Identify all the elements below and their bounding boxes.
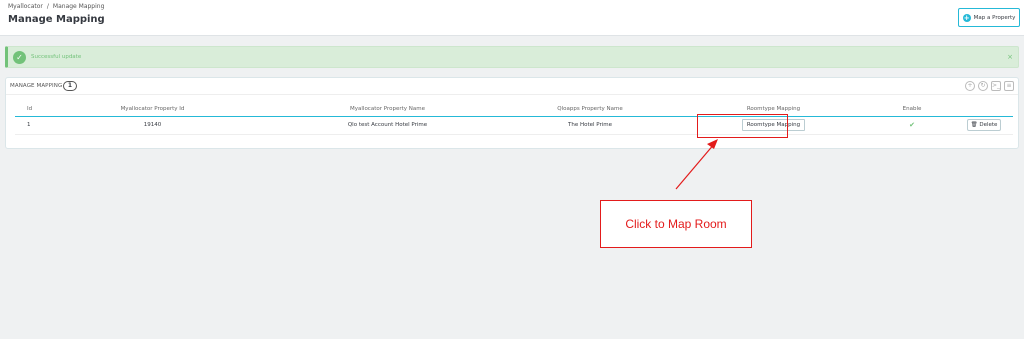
trash-icon: 🗑 bbox=[970, 122, 978, 128]
alert-message: Successful update bbox=[31, 54, 82, 60]
map-a-property-button[interactable]: + Map a Property bbox=[958, 8, 1020, 27]
refresh-icon[interactable]: ↻ bbox=[978, 81, 988, 91]
manage-mapping-panel: MANAGE MAPPING 1 + ↻ >_ ≡ Id Myallocator… bbox=[5, 77, 1019, 149]
panel-toolbar: + ↻ >_ ≡ bbox=[965, 81, 1014, 91]
delete-button[interactable]: 🗑 Delete bbox=[966, 119, 1002, 131]
column-header-actions bbox=[937, 102, 1013, 117]
mapping-table: Id Myallocator Property Id Myallocator P… bbox=[15, 102, 1013, 135]
breadcrumb-separator: / bbox=[46, 3, 49, 10]
column-header-id[interactable]: Id bbox=[15, 102, 50, 117]
cell-qloapps-name: The Hotel Prime bbox=[520, 116, 660, 135]
cell-id: 1 bbox=[15, 116, 50, 135]
delete-label: Delete bbox=[979, 122, 998, 128]
column-header-enable: Enable bbox=[887, 102, 937, 117]
cell-actions: 🗑 Delete bbox=[937, 116, 1013, 135]
check-circle-icon: ✓ bbox=[13, 51, 26, 64]
column-header-property-name[interactable]: Myallocator Property Name bbox=[255, 102, 520, 117]
close-icon[interactable]: × bbox=[1007, 53, 1013, 61]
database-icon[interactable]: ≡ bbox=[1004, 81, 1014, 91]
page-title: Manage Mapping bbox=[8, 14, 105, 25]
annotation-callout: Click to Map Room bbox=[600, 200, 752, 248]
column-header-qloapps-name[interactable]: Qloapps Property Name bbox=[520, 102, 660, 117]
count-badge: 1 bbox=[63, 81, 77, 91]
breadcrumb: Myallocator / Manage Mapping bbox=[8, 3, 104, 10]
breadcrumb-item-manage-mapping: Manage Mapping bbox=[52, 3, 105, 10]
cell-property-name: Qlo test Account Hotel Prime bbox=[255, 116, 520, 135]
panel-header: MANAGE MAPPING 1 + ↻ >_ ≡ bbox=[6, 78, 1018, 95]
plus-circle-icon: + bbox=[962, 13, 971, 22]
success-alert: ✓ Successful update × bbox=[5, 46, 1019, 68]
cell-enable: ✔ bbox=[887, 116, 937, 135]
check-icon[interactable]: ✔ bbox=[909, 121, 915, 129]
map-a-property-label: Map a Property bbox=[973, 14, 1016, 21]
cell-property-id: 19140 bbox=[50, 116, 255, 135]
column-header-property-id[interactable]: Myallocator Property Id bbox=[50, 102, 255, 117]
annotation-text: Click to Map Room bbox=[625, 217, 727, 231]
table-row[interactable]: 1 19140 Qlo test Account Hotel Prime The… bbox=[15, 116, 1013, 135]
table-header-row: Id Myallocator Property Id Myallocator P… bbox=[15, 102, 1013, 117]
terminal-icon[interactable]: >_ bbox=[991, 81, 1001, 91]
annotation-arrow bbox=[675, 139, 718, 190]
breadcrumb-item-myallocator[interactable]: Myallocator bbox=[8, 3, 43, 10]
panel-title: MANAGE MAPPING bbox=[10, 83, 63, 89]
add-icon[interactable]: + bbox=[965, 81, 975, 91]
page-header: Myallocator / Manage Mapping Manage Mappin… bbox=[0, 0, 1024, 36]
